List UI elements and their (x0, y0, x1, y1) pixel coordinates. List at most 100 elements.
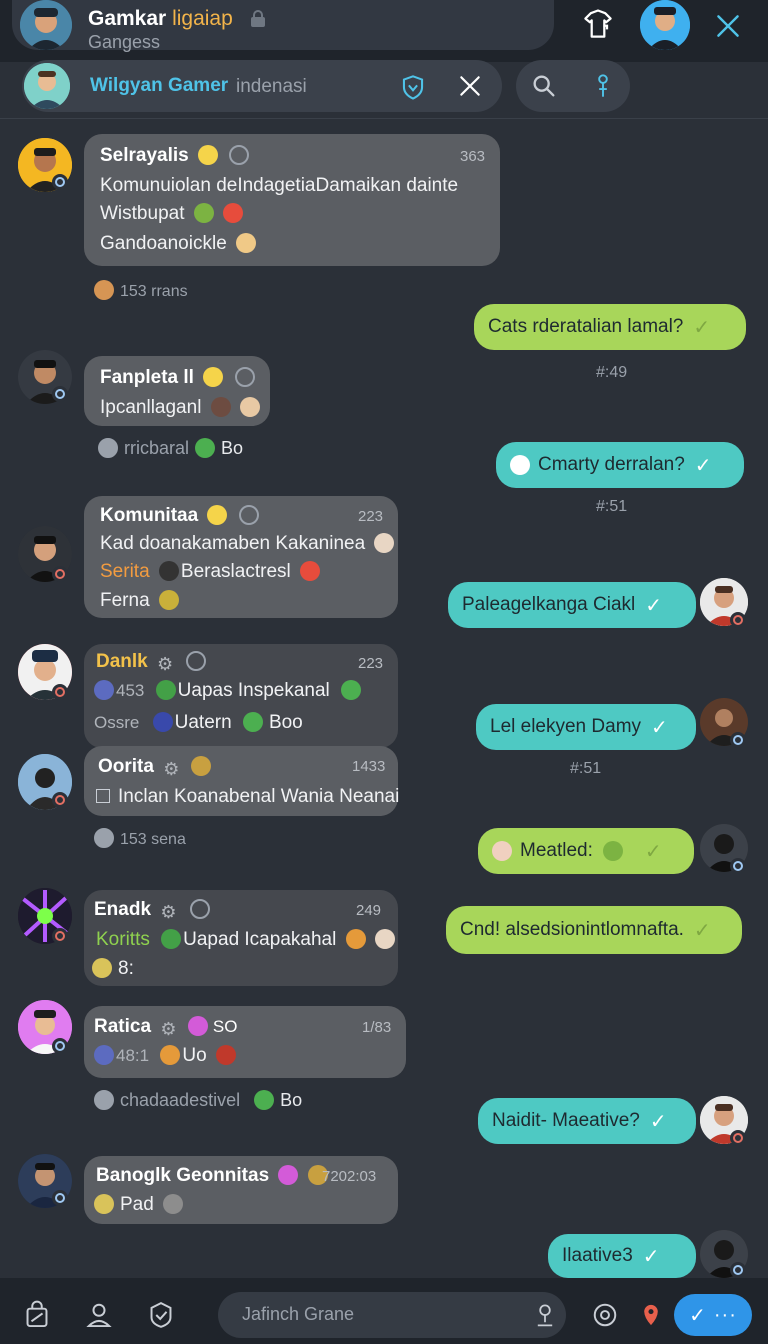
message-text-part: Uapad Icapakahal (183, 929, 337, 950)
user-icon[interactable] (80, 1296, 118, 1334)
outgoing-text: Lel elekyen Damy (490, 716, 642, 737)
pin-drop-icon[interactable] (530, 1298, 560, 1332)
figure-icon (94, 280, 114, 300)
close-icon[interactable] (708, 6, 748, 46)
coin-emoji-icon (190, 756, 211, 776)
smile-emoji-icon (207, 505, 228, 525)
verified-badge (730, 1262, 746, 1278)
xbox-icon (254, 1090, 275, 1110)
sender-name-text: Enadk (94, 899, 152, 920)
gift-emoji-icon (278, 1165, 299, 1185)
shirt-icon[interactable] (578, 4, 618, 44)
outgoing-text: Ilaative3 (562, 1245, 633, 1266)
message-input-placeholder: Jafinch Grane (242, 1304, 355, 1324)
camera-icon[interactable] (586, 1296, 624, 1334)
mushroom-emoji-icon (510, 455, 530, 475)
gear-icon: ⚙ (157, 654, 174, 674)
verified-badge (730, 732, 746, 748)
outgoing-bubble[interactable]: Paleagelkanga Ciakl ✓ (448, 582, 696, 628)
message-meta-text: Bo (280, 1090, 303, 1110)
shield-icon[interactable] (396, 70, 430, 104)
message-time: 223 (358, 655, 384, 672)
group-avatar[interactable] (20, 0, 72, 50)
message-text-part: Ipcanllaganl (100, 397, 202, 418)
pinned-contact-status: indenasi (236, 76, 307, 97)
status-badge (730, 1130, 746, 1146)
outgoing-bubble[interactable]: Cnd! alsedsionintlomnafta. ✓ (446, 906, 742, 954)
wizard-emoji-icon (152, 712, 173, 732)
verified-badge (52, 1038, 68, 1054)
message-text-part: Uatern (174, 712, 232, 733)
sender-name: Fanpleta ll (100, 367, 255, 389)
pumpkin-emoji-icon (160, 1045, 181, 1065)
outgoing-bubble[interactable]: Lel elekyen Damy ✓ (476, 704, 696, 750)
outgoing-text: Naidit- Maeative? (492, 1110, 640, 1131)
bag-icon[interactable] (18, 1296, 56, 1334)
sender-name: Komunitaa (100, 505, 259, 527)
globe-emoji-icon (94, 1045, 114, 1065)
message-text: Komunuiolan deIndagetiaDamaikan dainte (100, 175, 459, 196)
message-time: 223 (358, 508, 384, 525)
status-badge (52, 792, 68, 808)
status-badge (52, 566, 68, 582)
search-icon[interactable] (526, 68, 562, 104)
check-circle-icon (98, 438, 118, 458)
outgoing-bubble[interactable]: Meatled: ✓ (478, 828, 694, 874)
badge-check-icon[interactable] (142, 1296, 180, 1334)
pumpkin-emoji-icon (345, 929, 366, 949)
outgoing-bubble[interactable]: Ilaative3 ✓ (548, 1234, 696, 1278)
outgoing-text: Cmarty derralan? (538, 454, 685, 475)
face-emoji-icon (236, 233, 257, 253)
message-time: 1433 (352, 758, 386, 775)
message-time: 363 (460, 148, 486, 165)
message-text: Pad (94, 1194, 184, 1216)
sender-tag: SO (212, 1017, 238, 1036)
read-check-icon: ✓ (694, 454, 712, 477)
message-text-part: Pad (120, 1194, 154, 1215)
gem-emoji-icon (215, 1045, 236, 1065)
chat-title: Gamkar ligaiap (88, 7, 233, 31)
message-text-part: Ferna (100, 590, 150, 611)
plant-emoji-icon (602, 841, 623, 861)
outgoing-bubble[interactable]: Cats rderatalian lamal? ✓ (474, 304, 746, 350)
message-text-part: Gandoanoickle (100, 233, 227, 254)
message-text: Ferna (100, 590, 179, 612)
outgoing-bubble[interactable]: Naidit- Maeative? ✓ (478, 1098, 696, 1144)
message-text: Serita Beraslactresl (100, 561, 321, 583)
dismiss-icon[interactable] (452, 68, 488, 104)
message-time: 249 (356, 902, 382, 919)
message-text-part: Beraslactresl (180, 561, 291, 582)
outgoing-text: Meatled: (520, 840, 593, 861)
check-circle-icon (94, 828, 114, 848)
smile-emoji-icon (198, 145, 219, 165)
location-icon[interactable] (638, 1300, 664, 1330)
message-meta-text: 153 rrans (120, 283, 188, 300)
message-text-muted: Ossre (94, 713, 140, 732)
read-check-icon: ✓ (644, 840, 662, 863)
message-separator: #:51 (596, 498, 628, 515)
pin-icon[interactable] (586, 68, 620, 104)
sender-name-text: Selrayalis (100, 145, 189, 166)
message-meta-text: chadaadestivel (120, 1090, 241, 1110)
message-meta-text: Bo (221, 438, 244, 458)
read-check-icon: ✓ (651, 716, 668, 739)
pinned-contact-name: Wilgyan Gamer (90, 75, 229, 96)
outgoing-bubble[interactable]: Cmarty derralan? ✓ (496, 442, 744, 488)
gear-icon: ⚙ (163, 759, 180, 779)
outgoing-text: Cats rderatalian lamal? (488, 316, 684, 337)
profile-avatar[interactable] (640, 0, 690, 50)
face-emoji-icon (239, 397, 260, 417)
lock-icon (251, 10, 265, 27)
gear-icon: ⚙ (160, 902, 177, 922)
send-button[interactable]: ✓ ··· (674, 1294, 752, 1336)
status-badge (52, 684, 68, 700)
sender-name: Enadk ⚙ (94, 899, 210, 921)
sender-name: Oorita ⚙ (98, 756, 211, 778)
verified-badge (52, 174, 68, 190)
globe-emoji-icon (94, 680, 114, 700)
outgoing-text: Cnd! alsedsionintlomnafta. (460, 919, 684, 940)
chat-title-main: Gamkar (88, 7, 167, 30)
smile-emoji-icon (203, 367, 224, 387)
sender-name: Banoglk Geonnitas (96, 1165, 328, 1187)
contact-avatar[interactable] (24, 63, 70, 109)
